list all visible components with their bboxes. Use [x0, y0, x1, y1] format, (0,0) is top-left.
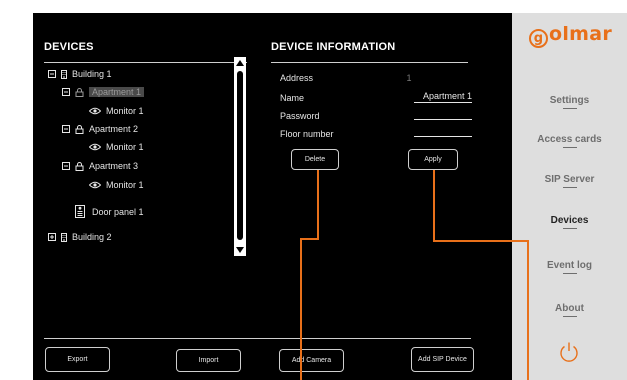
- tree-item-label: Door panel 1: [92, 206, 144, 217]
- tree-item-monitor-1a[interactable]: Monitor 1: [89, 106, 144, 116]
- name-field-underline: [414, 102, 472, 103]
- device-info-title-rule: [271, 62, 468, 63]
- tree-item-door-panel-1[interactable]: Door panel 1: [75, 205, 144, 218]
- collapse-icon[interactable]: [62, 125, 70, 133]
- logo-initial: g: [529, 29, 548, 48]
- tree-item-label: Apartment 2: [89, 124, 139, 134]
- export-button[interactable]: Export: [45, 347, 110, 372]
- scroll-thumb[interactable]: [237, 71, 243, 240]
- sidebar: [512, 13, 627, 380]
- apartment-icon: [75, 161, 84, 171]
- expand-icon[interactable]: [48, 233, 56, 241]
- tree-item-label: Apartment 1: [89, 87, 145, 97]
- tree-item-label: Building 1: [72, 69, 112, 79]
- name-field[interactable]: Apartment 1: [414, 91, 472, 101]
- delete-button[interactable]: Delete: [291, 149, 339, 170]
- tree-item-label: Monitor 1: [106, 106, 144, 116]
- add-camera-button[interactable]: Add Camera: [279, 349, 344, 372]
- tree-item-apartment-1[interactable]: Apartment 1: [62, 87, 145, 97]
- apply-button[interactable]: Apply: [408, 149, 458, 170]
- tree-item-label: Apartment 3: [89, 161, 139, 171]
- door-panel-icon: [75, 205, 85, 218]
- menu-underline: [563, 147, 577, 148]
- tree-item-apartment-3[interactable]: Apartment 3: [62, 161, 138, 171]
- menu-item-devices[interactable]: Devices: [512, 215, 627, 226]
- tree-scrollbar[interactable]: [234, 57, 246, 256]
- menu-underline: [563, 273, 577, 274]
- menu-item-event-log[interactable]: Event log: [512, 260, 627, 271]
- apartment-icon: [75, 124, 84, 134]
- building-icon: [61, 232, 67, 242]
- power-icon[interactable]: [557, 340, 581, 369]
- app-window: DEVICES Building 1 Apartment 1 Monitor 1…: [0, 0, 627, 380]
- tree-item-monitor-1b[interactable]: Monitor 1: [89, 142, 144, 152]
- building-icon: [61, 69, 67, 79]
- tree-item-monitor-1c[interactable]: Monitor 1: [89, 180, 144, 190]
- collapse-icon[interactable]: [48, 70, 56, 78]
- logo-text: olmar: [549, 23, 613, 45]
- tree-item-label: Building 2: [72, 232, 112, 242]
- apartment-icon: [75, 87, 84, 97]
- scroll-down-icon[interactable]: [234, 245, 246, 255]
- floor-number-field-underline: [414, 136, 472, 137]
- devices-title: DEVICES: [44, 41, 94, 53]
- tree-item-label: Monitor 1: [106, 142, 144, 152]
- menu-underline: [563, 316, 577, 317]
- floor-number-label: Floor number: [280, 129, 334, 139]
- monitor-icon: [89, 107, 101, 115]
- devices-title-rule: [44, 62, 247, 63]
- menu-item-sip-server[interactable]: SIP Server: [512, 174, 627, 185]
- collapse-icon[interactable]: [62, 162, 70, 170]
- tree-item-building-2[interactable]: Building 2: [48, 232, 112, 242]
- collapse-icon[interactable]: [62, 88, 70, 96]
- address-value: 1: [406, 73, 412, 83]
- menu-item-settings[interactable]: Settings: [512, 95, 627, 106]
- menu-underline: [563, 108, 577, 109]
- menu-underline: [563, 187, 577, 188]
- import-button[interactable]: Import: [176, 349, 241, 372]
- password-field-underline: [414, 119, 472, 120]
- name-label: Name: [280, 93, 305, 103]
- golmar-logo: g olmar: [529, 23, 612, 48]
- monitor-icon: [89, 143, 101, 151]
- tree-item-apartment-2[interactable]: Apartment 2: [62, 124, 138, 134]
- tree-item-label: Monitor 1: [106, 180, 144, 190]
- address-label: Address: [280, 73, 314, 83]
- password-label: Password: [280, 111, 320, 121]
- bottom-bar-rule: [44, 338, 471, 339]
- scroll-up-icon[interactable]: [234, 58, 246, 68]
- monitor-icon: [89, 181, 101, 189]
- menu-underline: [563, 228, 577, 229]
- tree-item-building-1[interactable]: Building 1: [48, 69, 112, 79]
- add-sip-device-button[interactable]: Add SIP Device: [411, 347, 474, 372]
- menu-item-about[interactable]: About: [512, 303, 627, 314]
- menu-item-access-cards[interactable]: Access cards: [512, 134, 627, 145]
- device-info-title: DEVICE INFORMATION: [271, 41, 396, 53]
